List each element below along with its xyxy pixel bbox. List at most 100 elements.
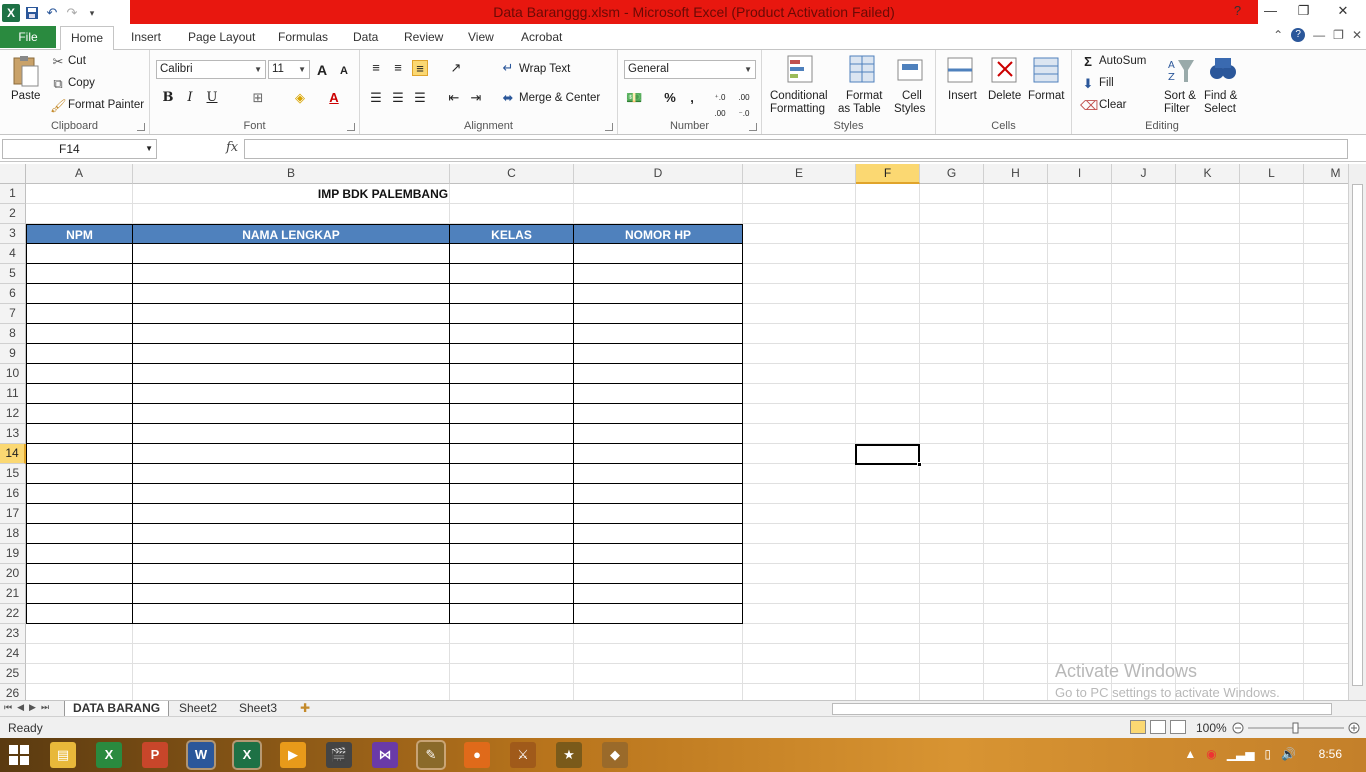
cut-icon[interactable]: ✂ [50,54,66,70]
media-player-icon[interactable]: ▶ [280,742,306,768]
game-app-2-icon[interactable]: ★ [556,742,582,768]
align-middle-icon[interactable]: ≡ [390,60,406,76]
clear-icon[interactable]: ⌫ [1080,98,1098,114]
row-header-22[interactable]: 22 [0,604,26,624]
tab-insert[interactable]: Insert [121,26,171,50]
number-format-select[interactable]: General ▼ [624,60,756,79]
workbook-close-icon[interactable]: ✕ [1352,28,1362,42]
decrease-indent-icon[interactable]: ⇤ [446,90,462,106]
excel-active-icon[interactable]: X [232,740,262,770]
cut-button[interactable]: Cut [68,55,86,67]
font-size-select[interactable]: 11 ▼ [268,60,310,79]
row-header-16[interactable]: 16 [0,484,26,504]
tab-home[interactable]: Home [60,26,115,51]
video-editor-icon[interactable]: 🎬 [326,742,352,768]
row-header-6[interactable]: 6 [0,284,26,304]
fill-color-icon[interactable]: ◈ [292,90,308,106]
number-launcher-icon[interactable] [749,123,757,131]
normal-view-icon[interactable] [1130,720,1146,734]
autosum-button[interactable]: AutoSum [1099,55,1146,67]
sort-filter-label-1[interactable]: Sort & [1164,90,1196,102]
comma-button[interactable]: , [684,90,700,106]
sheet-tab-data-barang[interactable]: DATA BARANG [64,701,170,717]
row-header-8[interactable]: 8 [0,324,26,344]
bold-button[interactable]: B [160,90,176,106]
row-header-18[interactable]: 18 [0,524,26,544]
header-cell-nomor-hp[interactable]: NOMOR HP [573,224,743,244]
font-name-select[interactable]: Calibri ▼ [156,60,266,79]
word-app-icon[interactable]: W [186,740,216,770]
grow-font-icon[interactable]: A [314,62,330,78]
header-cell-nama-lengkap[interactable]: NAMA LENGKAP [132,224,450,244]
zoom-level[interactable]: 100% [1196,721,1227,735]
row-header-15[interactable]: 15 [0,464,26,484]
tab-view[interactable]: View [458,26,504,50]
format-painter-icon[interactable]: 🖌 [50,98,67,114]
font-launcher-icon[interactable] [347,123,355,131]
vertical-scroll-thumb[interactable] [1352,184,1363,686]
align-right-icon[interactable]: ☰ [412,90,428,106]
cell-styles-icon[interactable] [896,54,928,86]
row-header-13[interactable]: 13 [0,424,26,444]
row-header-20[interactable]: 20 [0,564,26,584]
help-caret-button[interactable]: ? [1221,0,1254,22]
fill-icon[interactable]: ⬇ [1080,76,1096,92]
visual-studio-icon[interactable]: ⋈ [372,742,398,768]
worksheet-grid[interactable]: A B C D E F G H I J K L M 1 2 3 4 5 6 7 8 9 10 11 12 13 14 15 16 17 18… [0,164,1348,700]
tab-review[interactable]: Review [394,26,453,50]
workbook-minimize-icon[interactable]: — [1313,28,1325,42]
tray-chevron-icon[interactable]: ▲ [1184,747,1196,761]
formula-input[interactable] [244,139,1348,159]
format-as-table-label-2[interactable]: as Table [838,103,881,115]
cell-styles-label-1[interactable]: Cell [902,90,922,102]
format-as-table-label-1[interactable]: Format [846,90,882,102]
firefox-icon[interactable]: ● [464,742,490,768]
sheet-tab-sheet2[interactable]: Sheet2 [171,701,225,717]
save-icon[interactable] [24,5,40,21]
maximize-button[interactable]: ❐ [1287,0,1320,22]
sort-filter-label-2[interactable]: Filter [1164,103,1190,115]
active-cell-selection[interactable] [855,444,922,467]
sheet-title-cell[interactable]: IMP BDK PALEMBANG [133,184,633,204]
column-header-m[interactable]: M [1304,164,1348,184]
undo-icon[interactable]: ↶ [44,5,60,21]
paste-icon[interactable] [10,54,42,87]
conditional-formatting-label-2[interactable]: Formatting [770,103,825,115]
powerpoint-app-icon[interactable]: P [142,742,168,768]
currency-icon[interactable]: 💵 [626,90,642,106]
game-app-3-icon[interactable]: ◆ [602,742,628,768]
select-all-corner[interactable] [0,164,26,184]
zoom-slider[interactable] [1232,721,1362,735]
format-as-table-icon[interactable] [848,54,880,86]
page-layout-view-icon[interactable] [1150,720,1166,734]
network-icon[interactable]: ▁▃▅ [1227,747,1255,761]
delete-button[interactable]: Delete [988,90,1021,102]
align-top-icon[interactable]: ≡ [368,60,384,76]
underline-button[interactable]: U [204,90,220,106]
borders-icon[interactable]: ⊞ [250,90,266,106]
row-header-9[interactable]: 9 [0,344,26,364]
merge-center-icon[interactable]: ⬌ [500,90,516,106]
shrink-font-icon[interactable]: A [336,63,352,79]
antivirus-icon[interactable]: ◉ [1206,747,1216,761]
minimize-ribbon-icon[interactable]: ⌃ [1273,28,1283,42]
column-header-c[interactable]: C [450,164,574,184]
sheet-tab-sheet3[interactable]: Sheet3 [231,701,285,717]
row-header-10[interactable]: 10 [0,364,26,384]
row-header-17[interactable]: 17 [0,504,26,524]
tab-page-layout[interactable]: Page Layout [178,26,265,50]
row-header-24[interactable]: 24 [0,644,26,664]
close-button[interactable]: ✕ [1320,0,1366,22]
delete-cells-icon[interactable] [990,54,1022,86]
column-header-d[interactable]: D [574,164,743,184]
row-header-25[interactable]: 25 [0,664,26,684]
sticky-app-icon[interactable]: ✎ [416,740,446,770]
row-header-1[interactable]: 1 [0,184,26,204]
align-center-icon[interactable]: ☰ [390,90,406,106]
page-break-view-icon[interactable] [1170,720,1186,734]
header-cell-kelas[interactable]: KELAS [449,224,574,244]
insert-button[interactable]: Insert [948,90,977,102]
minimize-button[interactable]: — [1254,0,1287,22]
column-header-j[interactable]: J [1112,164,1176,184]
find-select-label-2[interactable]: Select [1204,103,1236,115]
